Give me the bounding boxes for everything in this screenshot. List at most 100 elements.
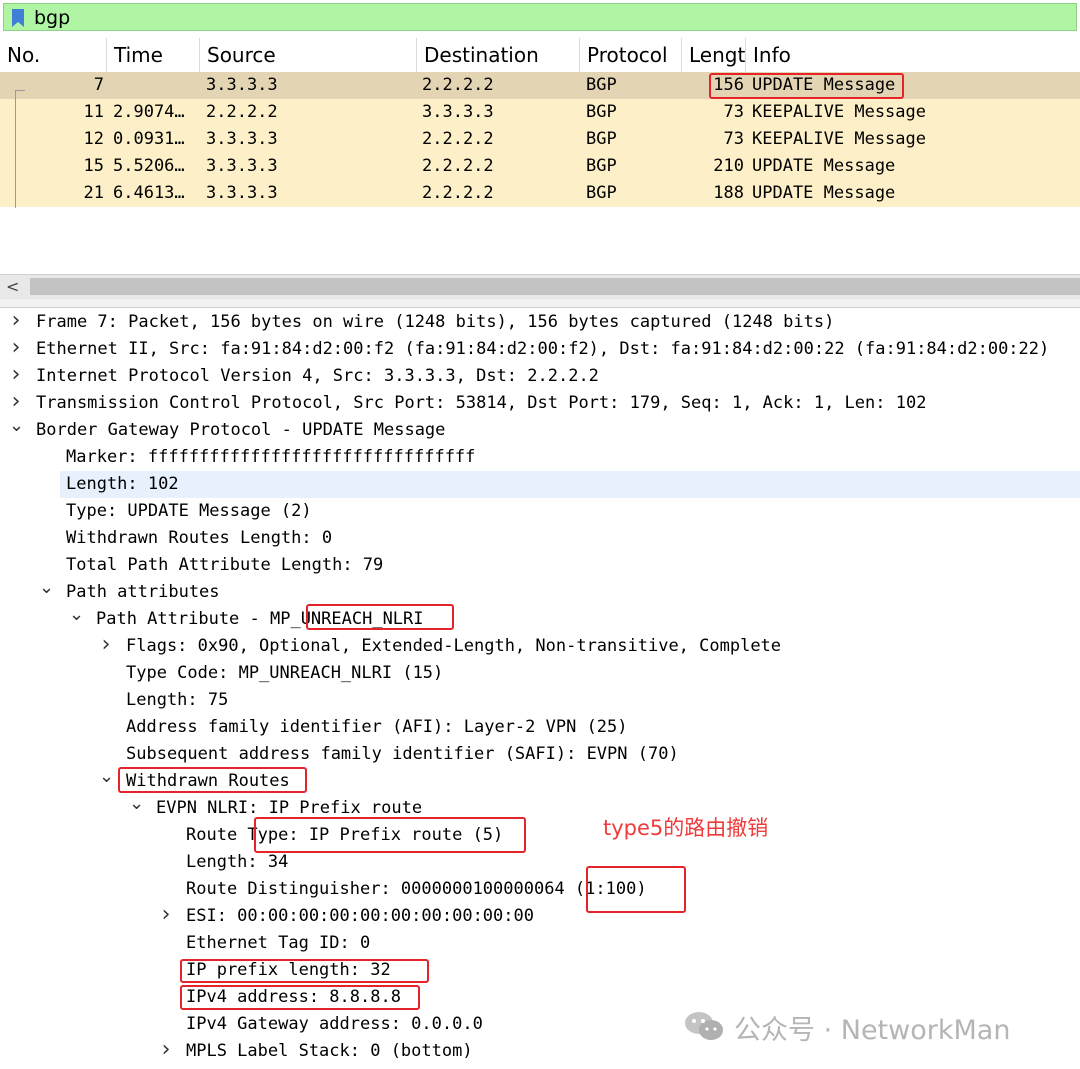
annotation-text: type5的路由撤销 (603, 816, 769, 840)
packet-info: UPDATE Message (752, 183, 896, 203)
detail-tree-item[interactable]: › Ethernet II, Src: fa:91:84:d2:00:f2 (fa… (0, 334, 1080, 363)
scrollbar-thumb[interactable] (30, 278, 1080, 295)
detail-tree-item[interactable]: Route Distinguisher: 0000000100000064 (1… (0, 876, 1080, 903)
packet-protocol: BGP (586, 183, 617, 203)
packet-row[interactable]: 7 3.3.3.3 2.2.2.2 BGP 156 UPDATE Message (0, 72, 1080, 99)
detail-tree-item[interactable]: Type Code: MP_UNREACH_NLRI (15) (0, 660, 1080, 687)
scroll-left-icon[interactable]: < (6, 275, 19, 299)
detail-tree-label: Internet Protocol Version 4, Src: 3.3.3.… (36, 366, 599, 386)
column-header-no[interactable]: No. (0, 38, 107, 72)
detail-tree-item[interactable]: Length: 102 (0, 471, 1080, 498)
packet-info: UPDATE Message (752, 156, 896, 176)
detail-tree-item[interactable]: Address family identifier (AFI): Layer-2… (0, 714, 1080, 741)
annotation-box-route-type (254, 817, 526, 853)
packet-time: 6.4613… (113, 183, 185, 203)
collapse-arrow-icon[interactable]: ⌄ (129, 790, 144, 817)
annotation-box-withdrawn-routes (118, 767, 307, 793)
expand-arrow-icon[interactable]: › (9, 361, 23, 388)
bookmark-icon[interactable] (10, 8, 26, 28)
detail-tree-item[interactable]: Length: 34 (0, 849, 1080, 876)
watermark-text: 公众号 · NetworkMan (734, 1015, 1011, 1046)
detail-tree-item[interactable]: Length: 75 (0, 687, 1080, 714)
detail-tree-item[interactable]: Ethernet Tag ID: 0 (0, 930, 1080, 957)
collapse-arrow-icon[interactable]: ⌄ (39, 574, 54, 601)
detail-tree-item[interactable]: ⌄ EVPN NLRI: IP Prefix route (0, 793, 1080, 822)
collapse-arrow-icon[interactable]: ⌄ (99, 763, 114, 790)
detail-tree-item[interactable]: Subsequent address family identifier (SA… (0, 741, 1080, 768)
packet-source: 3.3.3.3 (206, 75, 278, 95)
column-header-source[interactable]: Source (200, 38, 417, 72)
display-filter-input[interactable]: bgp (3, 3, 1077, 31)
packet-protocol: BGP (586, 156, 617, 176)
detail-tree-label: Length: 75 (126, 690, 229, 710)
packet-number: 11 (83, 102, 104, 122)
annotation-box-unreach-nlri (306, 604, 454, 630)
column-header-length[interactable]: Lengt (682, 38, 746, 72)
detail-tree-label: Transmission Control Protocol, Src Port:… (36, 393, 927, 413)
packet-protocol: BGP (586, 129, 617, 149)
annotation-box-route-distinguisher (586, 866, 686, 913)
detail-tree-item[interactable]: ⌄ Border Gateway Protocol - UPDATE Messag… (0, 415, 1080, 444)
expand-arrow-icon[interactable]: › (159, 901, 173, 928)
detail-tree-item[interactable]: Marker: ffffffffffffffffffffffffffffffff (0, 444, 1080, 471)
packet-row[interactable]: 12 0.0931… 3.3.3.3 2.2.2.2 BGP 73 KEEPALIVE Me… (0, 126, 1080, 153)
packet-time: 0.0931… (113, 129, 185, 149)
detail-tree-item[interactable]: ⌄ Path attributes (0, 577, 1080, 606)
packet-info: KEEPALIVE Message (752, 129, 926, 149)
detail-tree-label: Length: 102 (66, 474, 179, 494)
packet-source: 3.3.3.3 (206, 129, 278, 149)
expand-arrow-icon[interactable]: › (159, 1036, 173, 1063)
packet-destination: 2.2.2.2 (422, 183, 494, 203)
packet-length: 73 (723, 102, 744, 122)
detail-tree-item[interactable]: IP prefix length: 32 (0, 957, 1080, 984)
packet-row[interactable]: 11 2.9074… 2.2.2.2 3.3.3.3 BGP 73 KEEPALIVE Me… (0, 99, 1080, 126)
pane-splitter[interactable] (0, 299, 1080, 308)
detail-tree-label: Border Gateway Protocol - UPDATE Message (36, 420, 446, 440)
packet-destination: 2.2.2.2 (422, 129, 494, 149)
packet-source: 3.3.3.3 (206, 183, 278, 203)
packet-destination: 2.2.2.2 (422, 156, 494, 176)
packet-destination: 2.2.2.2 (422, 75, 494, 95)
detail-tree-label: ESI: 00:00:00:00:00:00:00:00:00:00 (186, 906, 534, 926)
column-header-info[interactable]: Info (746, 38, 1080, 72)
detail-tree-item[interactable]: › ESI: 00:00:00:00:00:00:00:00:00:00 (0, 901, 1080, 930)
detail-tree-label: Subsequent address family identifier (SA… (126, 744, 679, 764)
detail-tree-item[interactable]: › Transmission Control Protocol, Src Port… (0, 388, 1080, 417)
column-header-protocol[interactable]: Protocol (580, 38, 682, 72)
collapse-arrow-icon[interactable]: ⌄ (9, 412, 24, 439)
display-filter-bar: bgp (0, 0, 1080, 36)
detail-tree-label: Path attributes (66, 582, 220, 602)
expand-arrow-icon[interactable]: › (9, 334, 23, 361)
detail-tree-item[interactable]: › Flags: 0x90, Optional, Extended-Length,… (0, 631, 1080, 660)
expand-arrow-icon[interactable]: › (99, 631, 113, 658)
annotation-box-ipv4-address (180, 985, 420, 1010)
packet-row[interactable]: 15 5.5206… 3.3.3.3 2.2.2.2 BGP 210 UPDATE Mess… (0, 153, 1080, 180)
detail-tree-label: Total Path Attribute Length: 79 (66, 555, 384, 575)
detail-tree-item[interactable]: Route Type: IP Prefix route (5) (0, 822, 1080, 849)
detail-tree-label: Ethernet II, Src: fa:91:84:d2:00:f2 (fa:… (36, 339, 1050, 359)
detail-tree-item[interactable]: Type: UPDATE Message (2) (0, 498, 1080, 525)
detail-tree-label: Address family identifier (AFI): Layer-2… (126, 717, 628, 737)
detail-tree-item[interactable]: ⌄ Path Attribute - MP_UNREACH_NLRI (0, 604, 1080, 633)
filter-text[interactable]: bgp (34, 5, 70, 31)
collapse-arrow-icon[interactable]: ⌄ (69, 601, 84, 628)
detail-tree-item[interactable]: › Frame 7: Packet, 156 bytes on wire (124… (0, 307, 1080, 336)
detail-tree-item[interactable]: Withdrawn Routes Length: 0 (0, 525, 1080, 552)
detail-tree-label: Withdrawn Routes Length: 0 (66, 528, 333, 548)
packet-row[interactable]: 21 6.4613… 3.3.3.3 2.2.2.2 BGP 188 UPDATE Mess… (0, 180, 1080, 207)
column-header-time[interactable]: Time (107, 38, 200, 72)
detail-tree-item[interactable]: IPv4 address: 8.8.8.8 (0, 984, 1080, 1011)
packet-source: 2.2.2.2 (206, 102, 278, 122)
expand-arrow-icon[interactable]: › (9, 307, 23, 334)
packet-list-scrollbar[interactable]: < (0, 274, 1080, 300)
packet-list-empty-area (0, 208, 1080, 274)
column-header-destination[interactable]: Destination (417, 38, 580, 72)
detail-tree-item[interactable]: Total Path Attribute Length: 79 (0, 552, 1080, 579)
detail-tree-label: Type Code: MP_UNREACH_NLRI (15) (126, 663, 444, 683)
expand-arrow-icon[interactable]: › (9, 388, 23, 415)
wechat-icon (685, 1012, 723, 1040)
packet-number: 21 (83, 183, 104, 203)
packet-info: KEEPALIVE Message (752, 102, 926, 122)
detail-tree-item[interactable]: › Internet Protocol Version 4, Src: 3.3.3… (0, 361, 1080, 390)
packet-number: 7 (93, 75, 104, 95)
